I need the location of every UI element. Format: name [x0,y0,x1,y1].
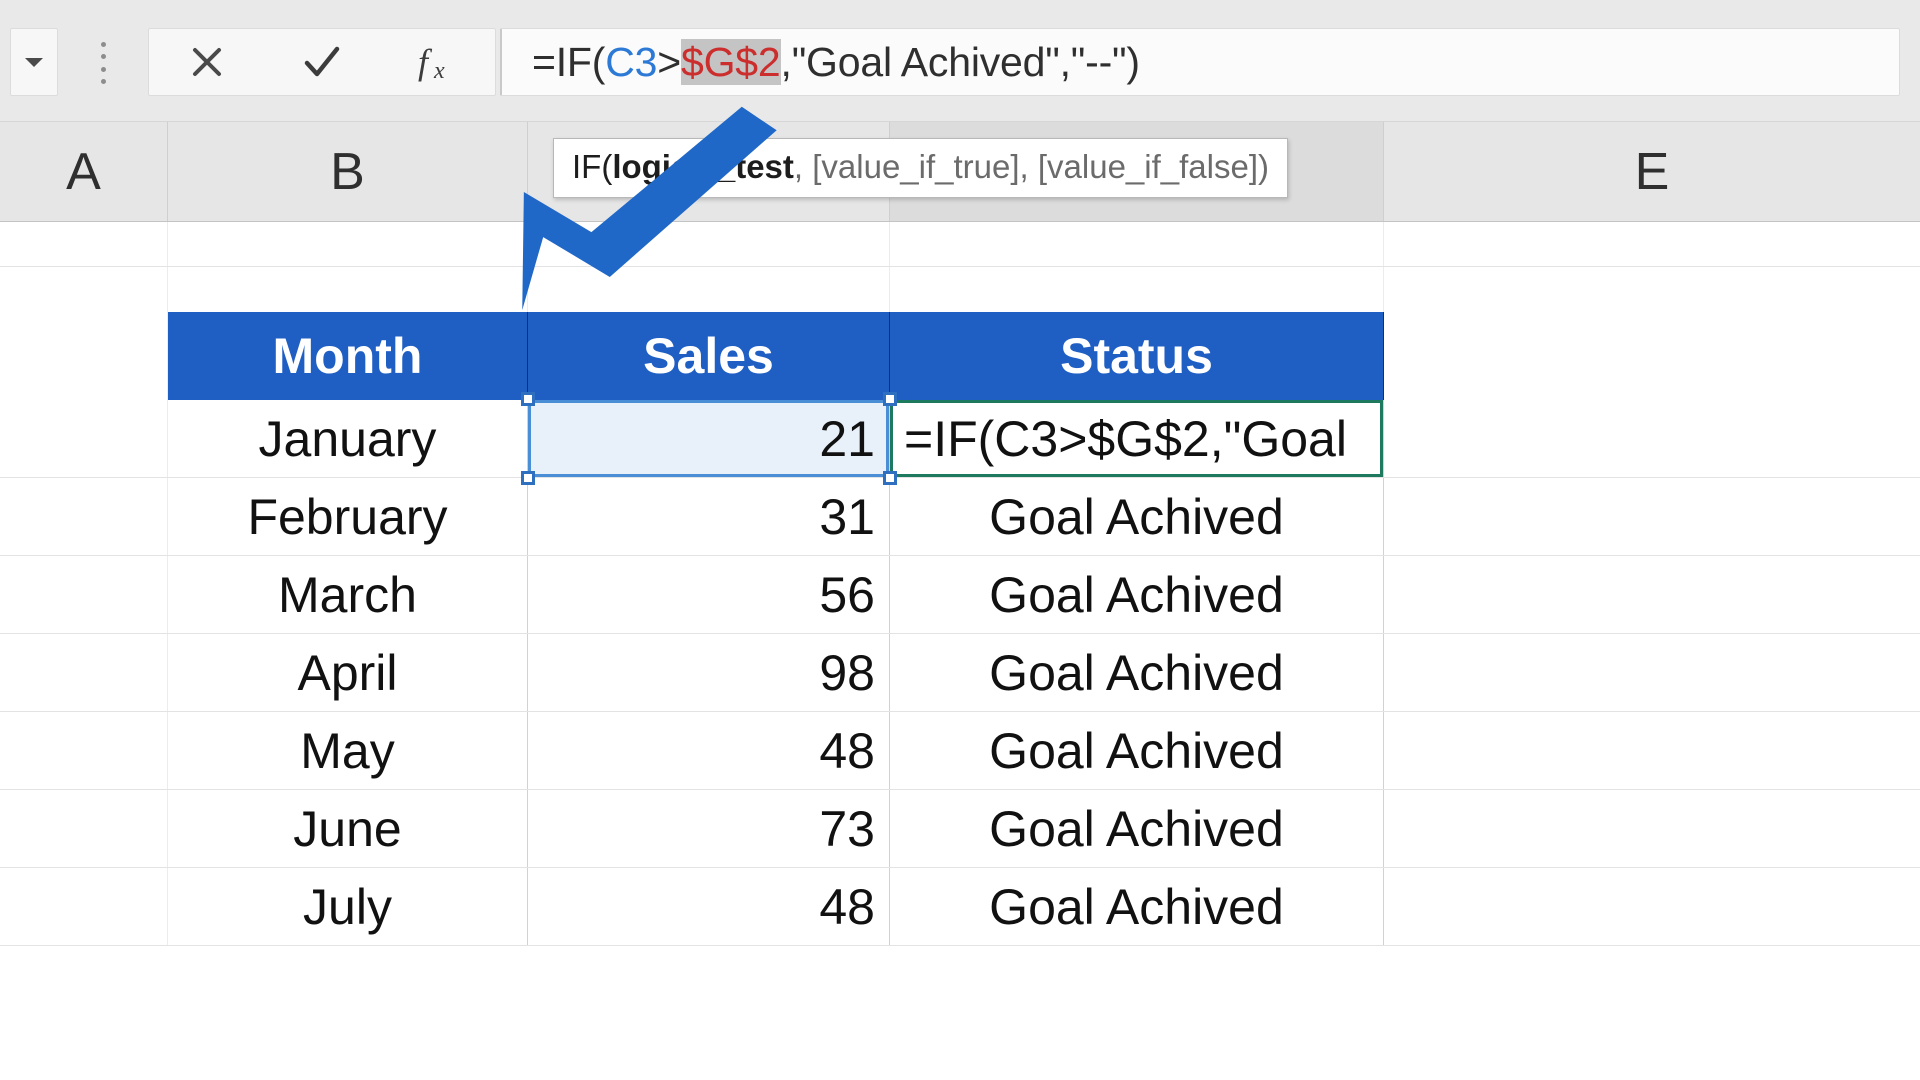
drag-grip-icon[interactable] [98,42,108,84]
cell-a3[interactable] [0,400,168,477]
cell-status-editing[interactable]: =IF(C3>$G$2,"Goal [890,400,1384,477]
cell-status[interactable]: Goal Achived [890,868,1384,945]
cell-a1[interactable] [0,222,168,266]
screentip-arg-logical-test: logical_test [612,148,794,185]
column-header-e[interactable]: E [1384,122,1920,221]
screentip-function-name: IF( [572,148,612,185]
table-row: February 31 Goal Achived [0,478,1920,556]
svg-text:f: f [418,42,433,82]
column-header-label: B [330,142,365,202]
cell-month[interactable]: March [168,556,528,633]
cell-sales[interactable]: 31 [528,478,890,555]
name-box-dropdown[interactable] [10,28,58,96]
table-header-status[interactable]: Status [890,312,1384,400]
cell-a4[interactable] [0,478,168,555]
confirm-check-icon[interactable] [264,29,379,95]
cell-a-header[interactable] [0,312,168,400]
cell-month[interactable]: February [168,478,528,555]
cell-e-header[interactable] [1384,312,1920,400]
cell-month[interactable]: May [168,712,528,789]
cell-sales[interactable]: 73 [528,790,890,867]
formula-action-buttons: f x [148,28,496,96]
cell-e5[interactable] [1384,556,1920,633]
table-header-sales[interactable]: Sales [528,312,890,400]
formula-text: =IF(C3>$G$2,"Goal Achived","--") [502,42,1140,83]
formula-token-ref-c3: C3 [605,39,657,85]
cell-e3[interactable] [1384,400,1920,477]
column-header-label: E [1635,142,1670,202]
cell-status[interactable]: Goal Achived [890,478,1384,555]
cell-sales[interactable]: 56 [528,556,890,633]
column-header-b[interactable]: B [168,122,528,221]
cell-status[interactable]: Goal Achived [890,634,1384,711]
selection-handle-top-left[interactable] [521,392,535,406]
grid-row-empty-1 [0,222,1920,267]
cell-e4[interactable] [1384,478,1920,555]
cell-a8[interactable] [0,790,168,867]
spreadsheet-grid: Month Sales Status January 21 =IF(C3>$G$… [0,222,1920,1080]
table-header-row: Month Sales Status [0,312,1920,400]
cell-d1[interactable] [890,222,1384,266]
function-screentip: IF(logical_test, [value_if_true], [value… [553,138,1288,198]
cell-c2[interactable] [528,267,890,312]
selection-handle-bottom-left[interactable] [521,471,535,485]
cell-d2[interactable] [890,267,1384,312]
cell-sales[interactable]: 98 [528,634,890,711]
table-row: July 48 Goal Achived [0,868,1920,946]
formula-token-ref-g2-selected: $G$2 [681,39,781,85]
cell-e6[interactable] [1384,634,1920,711]
table-row: January 21 =IF(C3>$G$2,"Goal [0,400,1920,478]
cancel-x-icon[interactable] [149,29,264,95]
formula-input[interactable]: =IF(C3>$G$2,"Goal Achived","--") [500,28,1900,96]
formula-token-prefix: =IF( [532,39,605,85]
cell-month[interactable]: June [168,790,528,867]
column-header-label: A [66,142,101,202]
cell-e7[interactable] [1384,712,1920,789]
cell-a6[interactable] [0,634,168,711]
grid-row-empty-2 [0,267,1920,312]
cell-a9[interactable] [0,868,168,945]
cell-e9[interactable] [1384,868,1920,945]
table-row: March 56 Goal Achived [0,556,1920,634]
cell-month[interactable]: January [168,400,528,477]
fx-insert-function-icon[interactable]: f x [380,29,495,95]
selection-handle-top-right[interactable] [883,392,897,406]
screentip-arg-optional: , [value_if_true], [value_if_false]) [794,148,1269,185]
table-header-month[interactable]: Month [168,312,528,400]
formula-token-suffix: ,"Goal Achived","--") [781,39,1140,85]
cell-b2[interactable] [168,267,528,312]
cell-month[interactable]: April [168,634,528,711]
table-row: May 48 Goal Achived [0,712,1920,790]
cell-status[interactable]: Goal Achived [890,556,1384,633]
cell-e2[interactable] [1384,267,1920,312]
table-row: June 73 Goal Achived [0,790,1920,868]
cell-sales[interactable]: 48 [528,868,890,945]
selection-handle-bottom-right[interactable] [883,471,897,485]
cell-status[interactable]: Goal Achived [890,790,1384,867]
svg-text:x: x [433,58,445,84]
cell-b1[interactable] [168,222,528,266]
cell-sales[interactable]: 48 [528,712,890,789]
cell-a7[interactable] [0,712,168,789]
formula-bar: f x =IF(C3>$G$2,"Goal Achived","--") [0,0,1920,122]
column-header-a[interactable]: A [0,122,168,221]
cell-sales-referenced[interactable]: 21 [528,400,890,477]
cell-e1[interactable] [1384,222,1920,266]
cell-a5[interactable] [0,556,168,633]
excel-window: f x =IF(C3>$G$2,"Goal Achived","--") IF(… [0,0,1920,1080]
cell-status[interactable]: Goal Achived [890,712,1384,789]
chevron-down-icon [25,58,43,67]
cell-e8[interactable] [1384,790,1920,867]
table-row: April 98 Goal Achived [0,634,1920,712]
cell-c1[interactable] [528,222,890,266]
cell-a2[interactable] [0,267,168,312]
formula-token-operator: > [657,39,681,85]
cell-month[interactable]: July [168,868,528,945]
